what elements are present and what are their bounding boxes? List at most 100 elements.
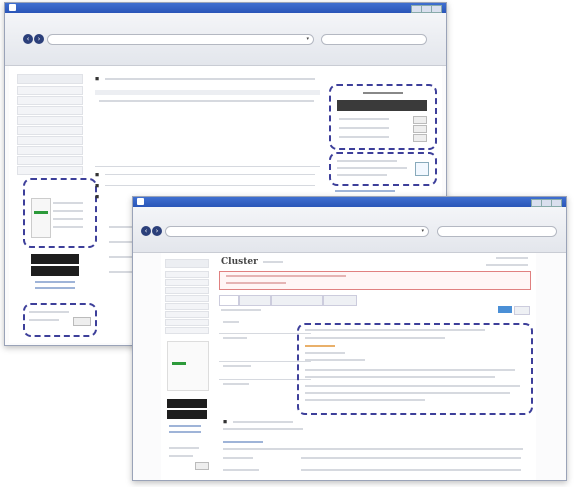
legend-line xyxy=(53,210,83,212)
primary-action-button[interactable] xyxy=(498,306,512,313)
link-line[interactable] xyxy=(335,190,395,192)
window-icon xyxy=(9,4,16,11)
legend-line xyxy=(53,202,83,204)
front-left-sidebar xyxy=(165,259,209,474)
alert-box xyxy=(219,271,531,290)
tab-1[interactable] xyxy=(219,295,239,306)
black-banner-button[interactable] xyxy=(31,266,79,276)
link-text[interactable] xyxy=(35,281,75,283)
close-button[interactable] xyxy=(431,5,442,13)
small-button[interactable] xyxy=(73,317,91,326)
highlight-right-small xyxy=(329,152,437,186)
desc-line xyxy=(305,359,365,361)
desc-line xyxy=(305,376,495,378)
content-line xyxy=(301,457,521,459)
content-line xyxy=(223,469,259,471)
back-navigation-bar: ‹ › ▾ xyxy=(5,13,446,66)
desc-line-orange xyxy=(305,345,335,347)
nav-item[interactable] xyxy=(17,116,83,125)
back-arrow-icon[interactable]: ‹ xyxy=(23,34,33,44)
link-text[interactable] xyxy=(169,431,201,433)
section-line xyxy=(105,185,315,186)
sidebar-item[interactable] xyxy=(165,287,209,294)
panel-dark-button[interactable] xyxy=(337,100,427,111)
panel-row-button[interactable] xyxy=(413,134,427,142)
back-arrow-icon[interactable]: ‹ xyxy=(141,226,151,236)
content-line xyxy=(223,448,523,450)
sidebar-item[interactable] xyxy=(165,303,209,310)
panel-row-button[interactable] xyxy=(413,116,427,124)
nav-item[interactable] xyxy=(17,106,83,115)
form-label xyxy=(223,383,249,385)
desc-line xyxy=(305,329,485,331)
header-right-line xyxy=(486,264,528,266)
legend-line xyxy=(53,226,83,228)
highlight-bottom-left xyxy=(23,303,97,337)
nav-item[interactable] xyxy=(17,156,83,165)
sidebar-item[interactable] xyxy=(165,311,209,318)
address-bar[interactable]: ▾ xyxy=(47,34,314,45)
sidebar-item[interactable] xyxy=(165,295,209,302)
chevron-down-icon[interactable]: ▾ xyxy=(306,36,309,42)
black-banner-button[interactable] xyxy=(167,399,207,408)
link-line[interactable] xyxy=(223,441,263,443)
form-label xyxy=(223,337,247,339)
window-icon xyxy=(137,198,144,205)
desc-line xyxy=(305,337,445,339)
sidebar-item[interactable] xyxy=(165,327,209,334)
front-window-titlebar xyxy=(133,197,566,207)
section-heading: ◼ xyxy=(95,183,100,189)
desc-line xyxy=(305,392,510,394)
nav-item[interactable] xyxy=(17,126,83,135)
black-banner-button[interactable] xyxy=(31,254,79,264)
nav-header xyxy=(17,74,83,84)
panel-row xyxy=(339,118,389,120)
search-box[interactable] xyxy=(437,226,557,237)
form-label xyxy=(223,321,239,323)
form-label xyxy=(223,365,251,367)
title-meta xyxy=(263,261,283,263)
desc-line xyxy=(305,352,345,354)
nav-item[interactable] xyxy=(17,136,83,145)
section-heading: ◼ xyxy=(95,76,100,82)
alert-line xyxy=(226,275,346,277)
subsection-heading: ◼ xyxy=(223,419,228,425)
address-bar[interactable]: ▾ xyxy=(165,226,429,237)
chevron-down-icon[interactable]: ▾ xyxy=(421,228,424,234)
front-browser-window: ‹ › ▾ Cluster ◼ xyxy=(132,196,567,481)
tab-3[interactable] xyxy=(271,295,323,306)
forward-arrow-icon[interactable]: › xyxy=(152,226,162,236)
nav-item[interactable] xyxy=(17,86,83,95)
content-line xyxy=(223,457,253,459)
sidebar-item[interactable] xyxy=(165,271,209,278)
section-heading: ◼ xyxy=(95,194,100,200)
desc-line xyxy=(305,369,515,371)
sidebar-item[interactable] xyxy=(165,319,209,326)
tab-2[interactable] xyxy=(239,295,271,306)
panel-row-button[interactable] xyxy=(413,125,427,133)
link-text[interactable] xyxy=(35,287,75,289)
nav-item[interactable] xyxy=(17,96,83,105)
secondary-action-button[interactable] xyxy=(514,306,530,315)
content-line xyxy=(301,469,521,471)
sidebar-item[interactable] xyxy=(165,279,209,286)
forward-arrow-icon[interactable]: › xyxy=(34,34,44,44)
back-window-titlebar xyxy=(5,3,446,13)
small-button[interactable] xyxy=(195,462,209,470)
black-banner-button[interactable] xyxy=(167,410,207,419)
nav-item[interactable] xyxy=(17,146,83,155)
section-line xyxy=(105,174,315,175)
info-toggle[interactable] xyxy=(415,162,429,176)
sidebar-widget xyxy=(167,341,209,391)
text-line xyxy=(29,311,69,313)
highlight-description-panel xyxy=(297,323,533,415)
close-button[interactable] xyxy=(551,199,562,207)
highlight-left-widget xyxy=(23,178,97,248)
page-title: Cluster xyxy=(221,257,258,267)
search-box[interactable] xyxy=(321,34,427,45)
desc-line xyxy=(305,385,520,387)
nav-item[interactable] xyxy=(17,166,83,175)
tab-4[interactable] xyxy=(323,295,357,306)
subsection-line xyxy=(233,421,293,423)
link-text[interactable] xyxy=(169,425,201,427)
